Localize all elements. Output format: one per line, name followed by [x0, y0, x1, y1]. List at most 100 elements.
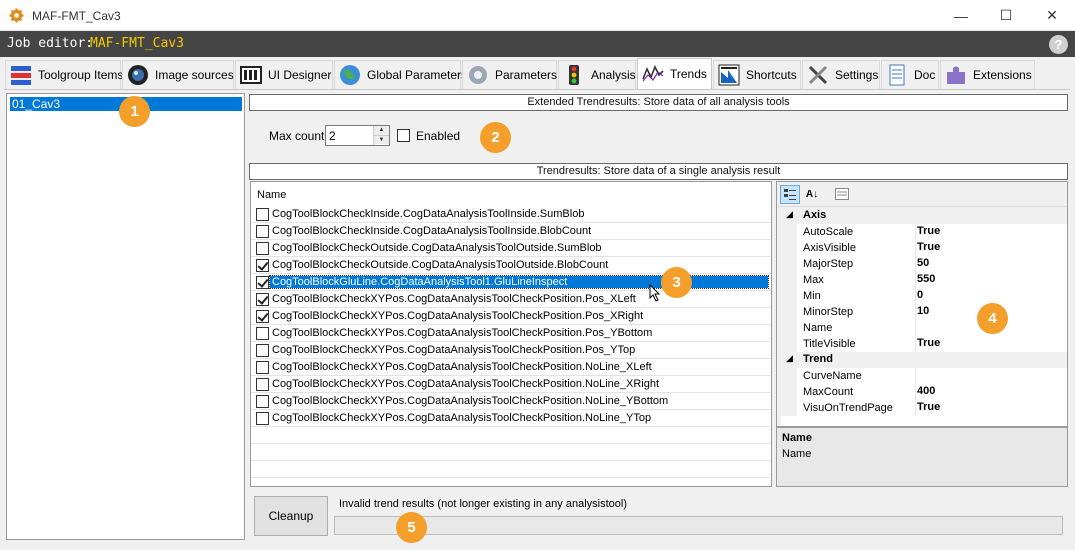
- property-row[interactable]: AxisVisible True: [781, 240, 1067, 256]
- trend-result-checkbox[interactable]: [256, 344, 269, 357]
- tab-settings[interactable]: Settings: [802, 60, 880, 89]
- trend-result-row[interactable]: CogToolBlockCheckXYPos.CogDataAnalysisTo…: [251, 325, 771, 342]
- property-name: Min: [803, 290, 821, 302]
- trend-result-label[interactable]: CogToolBlockCheckXYPos.CogDataAnalysisTo…: [272, 344, 635, 356]
- trend-result-label[interactable]: CogToolBlockCheckXYPos.CogDataAnalysisTo…: [272, 412, 651, 424]
- trend-result-label[interactable]: CogToolBlockCheckXYPos.CogDataAnalysisTo…: [272, 327, 652, 339]
- property-separator: [915, 304, 916, 320]
- trend-result-checkbox[interactable]: [256, 276, 269, 289]
- trend-result-label[interactable]: CogToolBlockCheckInside.CogDataAnalysisT…: [272, 208, 584, 220]
- property-name: CurveName: [803, 370, 862, 382]
- trend-result-checkbox[interactable]: [256, 327, 269, 340]
- property-row[interactable]: MaxCount 400: [781, 384, 1067, 400]
- property-pages-icon[interactable]: [832, 185, 852, 204]
- property-row[interactable]: MajorStep 50: [781, 256, 1067, 272]
- alphabetical-icon[interactable]: A↓: [802, 185, 822, 204]
- property-value[interactable]: True: [917, 241, 940, 253]
- trend-result-row[interactable]: CogToolBlockCheckXYPos.CogDataAnalysisTo…: [251, 376, 771, 393]
- property-grid[interactable]: A↓ ◢ Axis AutoScale True AxisVisible True Majo…: [776, 181, 1068, 427]
- minimize-button[interactable]: —: [938, 0, 984, 31]
- trend-result-checkbox[interactable]: [256, 208, 269, 221]
- property-value[interactable]: 50: [917, 257, 929, 269]
- tab-analysis[interactable]: Analysis: [558, 60, 636, 89]
- trend-result-row[interactable]: CogToolBlockCheckOutside.CogDataAnalysis…: [251, 257, 771, 274]
- property-name: Max: [803, 274, 824, 286]
- tab-trends[interactable]: Trends: [637, 58, 712, 89]
- trend-result-row[interactable]: CogToolBlockGluLine.CogDataAnalysisTool1…: [251, 274, 771, 291]
- property-value[interactable]: 550: [917, 273, 935, 285]
- property-value[interactable]: True: [917, 337, 940, 349]
- trend-result-label[interactable]: CogToolBlockCheckXYPos.CogDataAnalysisTo…: [272, 395, 668, 407]
- maximize-button[interactable]: ☐: [983, 0, 1029, 31]
- property-value[interactable]: 0: [917, 289, 923, 301]
- property-row[interactable]: VisuOnTrendPage True: [781, 400, 1067, 416]
- property-row[interactable]: Min 0: [781, 288, 1067, 304]
- tab-label: UI Designer: [268, 68, 332, 82]
- title-bar: MAF-FMT_Cav3 — ☐ ✕: [0, 0, 1075, 31]
- help-icon[interactable]: ?: [1049, 35, 1068, 54]
- trend-result-label[interactable]: CogToolBlockCheckInside.CogDataAnalysisT…: [272, 225, 591, 237]
- max-count-value[interactable]: 2: [329, 129, 336, 143]
- max-count-stepper[interactable]: 2 ▲ ▼: [325, 125, 390, 146]
- trend-result-label[interactable]: CogToolBlockCheckXYPos.CogDataAnalysisTo…: [272, 293, 636, 305]
- trend-result-row[interactable]: CogToolBlockCheckXYPos.CogDataAnalysisTo…: [251, 291, 771, 308]
- trend-result-list[interactable]: Name CogToolBlockCheckInside.CogDataAnal…: [250, 181, 772, 487]
- trend-result-row[interactable]: CogToolBlockCheckXYPos.CogDataAnalysisTo…: [251, 308, 771, 325]
- trend-result-label[interactable]: CogToolBlockCheckXYPos.CogDataAnalysisTo…: [272, 361, 652, 373]
- trend-result-row[interactable]: CogToolBlockCheckXYPos.CogDataAnalysisTo…: [251, 342, 771, 359]
- tab-doc[interactable]: Doc: [881, 60, 939, 89]
- stepper-up-icon[interactable]: ▲: [374, 126, 389, 135]
- property-value[interactable]: 400: [917, 385, 935, 397]
- property-row[interactable]: AutoScale True: [781, 224, 1067, 240]
- collapse-arrow-icon[interactable]: ◢: [786, 209, 793, 220]
- tab-image-sources[interactable]: Image sources: [122, 60, 234, 89]
- trend-result-label[interactable]: CogToolBlockGluLine.CogDataAnalysisTool1…: [269, 275, 769, 289]
- trend-result-checkbox[interactable]: [256, 412, 269, 425]
- property-row[interactable]: Max 550: [781, 272, 1067, 288]
- trend-result-row[interactable]: CogToolBlockCheckXYPos.CogDataAnalysisTo…: [251, 359, 771, 376]
- categorized-icon[interactable]: [780, 185, 800, 204]
- property-category[interactable]: ◢ Axis: [781, 208, 1067, 224]
- enabled-checkbox[interactable]: [397, 129, 410, 142]
- trend-result-checkbox[interactable]: [256, 293, 269, 306]
- trend-result-row[interactable]: CogToolBlockCheckInside.CogDataAnalysisT…: [251, 223, 771, 240]
- tab-label: Doc: [914, 68, 936, 82]
- trend-result-label[interactable]: CogToolBlockCheckXYPos.CogDataAnalysisTo…: [272, 310, 643, 322]
- trend-result-row[interactable]: CogToolBlockCheckXYPos.CogDataAnalysisTo…: [251, 393, 771, 410]
- property-row[interactable]: TitleVisible True: [781, 336, 1067, 352]
- trend-result-checkbox[interactable]: [256, 310, 269, 323]
- tab-extensions[interactable]: Extensions: [940, 60, 1035, 89]
- property-value[interactable]: True: [917, 401, 940, 413]
- tab-global-parameters[interactable]: Global Parameters: [334, 60, 467, 89]
- trend-result-checkbox[interactable]: [256, 242, 269, 255]
- property-gutter: [781, 336, 797, 352]
- close-button[interactable]: ✕: [1029, 0, 1075, 31]
- job-tree[interactable]: 01_Cav3: [6, 93, 245, 540]
- tab-toolgroup-items[interactable]: Toolgroup Items: [5, 60, 123, 89]
- collapse-arrow-icon[interactable]: ◢: [786, 353, 793, 364]
- trend-result-checkbox[interactable]: [256, 395, 269, 408]
- property-value[interactable]: 10: [917, 305, 929, 317]
- tab-parameters[interactable]: Parameters: [462, 60, 557, 89]
- mouse-cursor-icon: [649, 284, 661, 302]
- trend-result-label[interactable]: CogToolBlockCheckOutside.CogDataAnalysis…: [272, 259, 608, 271]
- property-row[interactable]: MinorStep 10: [781, 304, 1067, 320]
- property-category[interactable]: ◢ Trend: [781, 352, 1067, 368]
- trend-result-checkbox[interactable]: [256, 378, 269, 391]
- property-row[interactable]: CurveName: [781, 368, 1067, 384]
- trend-result-label[interactable]: CogToolBlockCheckXYPos.CogDataAnalysisTo…: [272, 378, 659, 390]
- stepper-down-icon[interactable]: ▼: [374, 135, 389, 144]
- property-row[interactable]: Name: [781, 320, 1067, 336]
- trend-result-checkbox[interactable]: [256, 361, 269, 374]
- tab-ui-designer[interactable]: UI Designer: [235, 60, 333, 89]
- trend-result-checkbox[interactable]: [256, 225, 269, 238]
- property-separator: [915, 272, 916, 288]
- trend-result-label[interactable]: CogToolBlockCheckOutside.CogDataAnalysis…: [272, 242, 602, 254]
- trend-result-checkbox[interactable]: [256, 259, 269, 272]
- cleanup-button[interactable]: Cleanup: [254, 496, 328, 536]
- tab-shortcuts[interactable]: Shortcuts: [713, 60, 801, 89]
- trend-result-row[interactable]: CogToolBlockCheckXYPos.CogDataAnalysisTo…: [251, 410, 771, 427]
- property-value[interactable]: True: [917, 225, 940, 237]
- trend-result-row[interactable]: CogToolBlockCheckInside.CogDataAnalysisT…: [251, 206, 771, 223]
- trend-result-row[interactable]: CogToolBlockCheckOutside.CogDataAnalysis…: [251, 240, 771, 257]
